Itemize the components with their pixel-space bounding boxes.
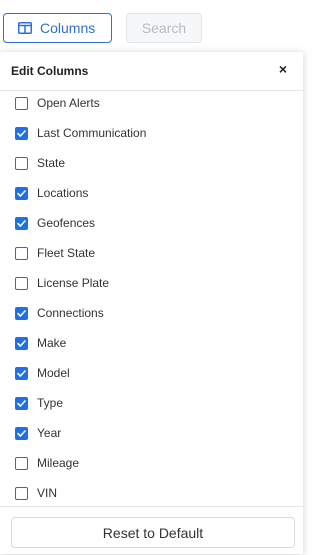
column-option-label: Make bbox=[37, 336, 67, 350]
column-option-vin[interactable]: VIN bbox=[0, 478, 303, 508]
columns-button-label: Columns bbox=[40, 20, 96, 36]
column-option-connections[interactable]: Connections bbox=[0, 298, 303, 328]
toolbar: Columns Search bbox=[0, 0, 303, 56]
column-checkbox[interactable] bbox=[15, 276, 28, 290]
column-option-label: Geofences bbox=[37, 216, 96, 230]
checkmark-icon bbox=[17, 129, 26, 137]
search-button[interactable]: Search bbox=[126, 13, 202, 43]
column-option-make[interactable]: Make bbox=[0, 328, 303, 358]
column-checkbox[interactable] bbox=[15, 96, 28, 110]
column-option-label: State bbox=[37, 156, 66, 170]
column-option-label: Model bbox=[37, 366, 70, 380]
column-option-open-alerts[interactable]: Open Alerts bbox=[0, 88, 303, 118]
column-option-model[interactable]: Model bbox=[0, 358, 303, 388]
checkmark-icon bbox=[17, 339, 26, 347]
panel-header: Edit Columns × bbox=[0, 52, 303, 91]
column-option-label: License Plate bbox=[37, 276, 110, 290]
column-checkbox[interactable] bbox=[15, 156, 28, 170]
column-option-label: Year bbox=[37, 426, 62, 440]
column-checkbox[interactable] bbox=[15, 246, 28, 260]
column-option-last-communication[interactable]: Last Communication bbox=[0, 118, 303, 148]
reset-to-default-button[interactable]: Reset to Default bbox=[11, 517, 295, 548]
search-button-label: Search bbox=[141, 20, 187, 36]
checkmark-icon bbox=[17, 309, 26, 317]
column-option-fleet-state[interactable]: Fleet State bbox=[0, 238, 303, 268]
column-checkbox[interactable] bbox=[15, 486, 28, 500]
columns-button[interactable]: Columns bbox=[3, 13, 112, 43]
column-option-label: VIN bbox=[37, 486, 58, 500]
column-option-mileage[interactable]: Mileage bbox=[0, 448, 303, 478]
column-option-locations[interactable]: Locations bbox=[0, 178, 303, 208]
column-option-license-plate[interactable]: License Plate bbox=[0, 268, 303, 298]
close-icon[interactable]: × bbox=[275, 61, 291, 77]
column-list: Open Alerts Last Communication State Locati… bbox=[0, 88, 303, 508]
column-checkbox[interactable] bbox=[15, 216, 28, 230]
checkmark-icon bbox=[17, 399, 26, 407]
column-checkbox[interactable] bbox=[15, 366, 28, 380]
checkmark-icon bbox=[17, 219, 26, 227]
column-option-label: Fleet State bbox=[37, 246, 96, 260]
column-checkbox[interactable] bbox=[15, 396, 28, 410]
column-option-label: Type bbox=[37, 396, 64, 410]
panel-footer: Reset to Default bbox=[0, 506, 303, 555]
column-option-label: Open Alerts bbox=[37, 96, 100, 110]
column-option-year[interactable]: Year bbox=[0, 418, 303, 448]
panel-title: Edit Columns bbox=[11, 64, 89, 78]
column-checkbox[interactable] bbox=[15, 456, 28, 470]
edit-columns-panel: Edit Columns × Open Alerts Last Communica… bbox=[0, 51, 303, 554]
column-checkbox[interactable] bbox=[15, 336, 28, 350]
column-checkbox[interactable] bbox=[15, 126, 28, 140]
column-option-label: Mileage bbox=[37, 456, 80, 470]
checkmark-icon bbox=[17, 429, 26, 437]
column-option-label: Locations bbox=[37, 186, 89, 200]
column-option-label: Connections bbox=[37, 306, 104, 320]
column-option-geofences[interactable]: Geofences bbox=[0, 208, 303, 238]
checkmark-icon bbox=[17, 189, 26, 197]
columns-icon bbox=[18, 22, 32, 34]
column-checkbox[interactable] bbox=[15, 306, 28, 320]
checkmark-icon bbox=[17, 369, 26, 377]
column-option-state[interactable]: State bbox=[0, 148, 303, 178]
column-option-label: Last Communication bbox=[37, 126, 147, 140]
column-option-type[interactable]: Type bbox=[0, 388, 303, 418]
column-checkbox[interactable] bbox=[15, 186, 28, 200]
column-checkbox[interactable] bbox=[15, 426, 28, 440]
